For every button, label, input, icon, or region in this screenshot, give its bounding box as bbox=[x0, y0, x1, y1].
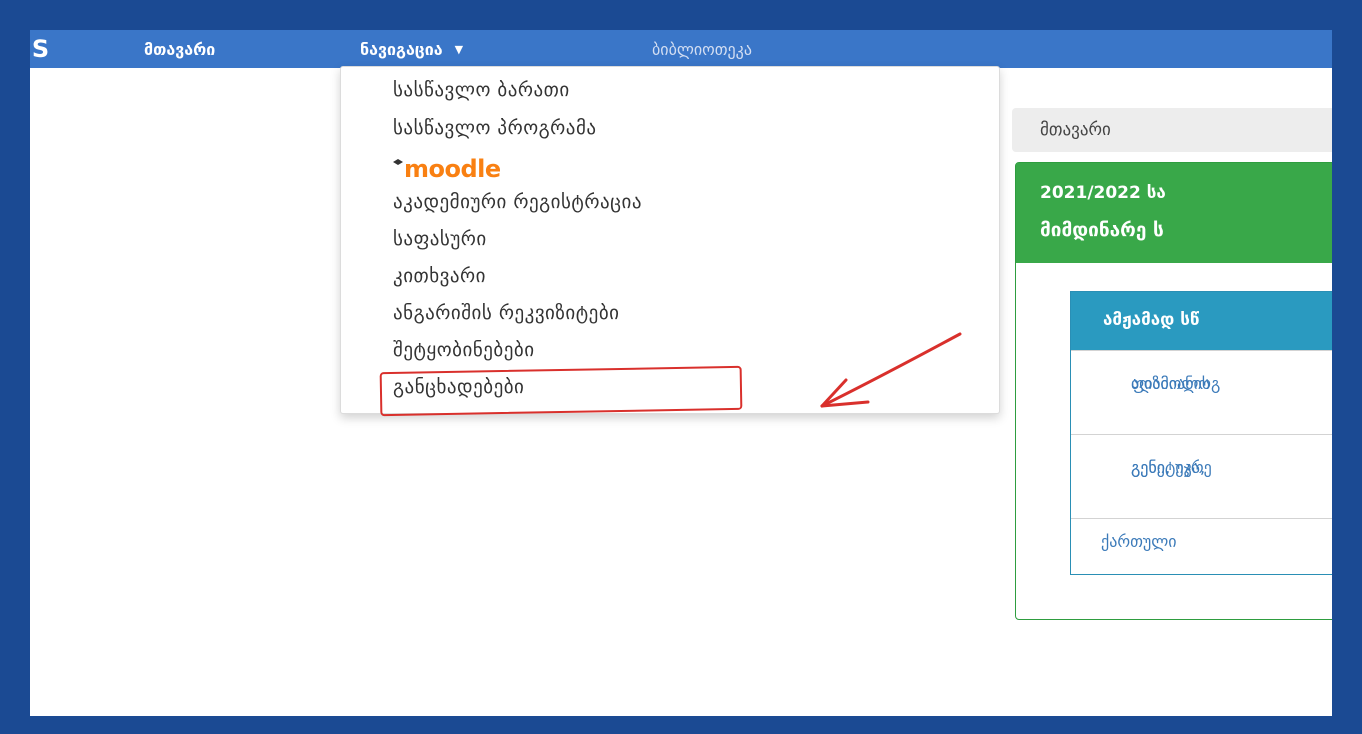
menu-item-study-program[interactable]: სასწავლო პროგრამა bbox=[393, 117, 597, 139]
menu-item-study-card[interactable]: სასწავლო ბარათი bbox=[393, 79, 570, 101]
table-row[interactable]: ქართული bbox=[1071, 518, 1332, 575]
menu-item-account-details[interactable]: ანგარიშის რეკვიზიტები bbox=[393, 302, 620, 324]
breadcrumb: მთავარი bbox=[1012, 108, 1332, 152]
nav-library-link[interactable]: ბიბლიოთეკა bbox=[652, 40, 752, 59]
menu-item-messages[interactable]: შეტყობინებები bbox=[393, 339, 535, 361]
graduation-cap-icon bbox=[393, 159, 403, 165]
menu-item-academic-registration[interactable]: აკადემიური რეგისტრაცია bbox=[393, 191, 642, 213]
app-screen: IS მთავარი ნავიგაცია ▼ ბიბლიოთეკა სასწავლ… bbox=[30, 30, 1332, 716]
caret-down-icon: ▼ bbox=[454, 43, 464, 56]
current-semester-panel: 2021/2022 სა მიმდინარე ს ამჟამად სწ ადამ… bbox=[1015, 162, 1332, 620]
moodle-logo: moodle bbox=[404, 155, 501, 183]
menu-item-questionnaire[interactable]: კითხვარი bbox=[393, 265, 486, 287]
course-name-line2: გენეტიკა, bbox=[1131, 458, 1206, 477]
nav-home-link[interactable]: მთავარი bbox=[144, 40, 215, 59]
menu-item-moodle[interactable]: moodle bbox=[393, 155, 501, 183]
panel-heading-title: მიმდინარე ს bbox=[1040, 219, 1164, 241]
highlight-box-annotation bbox=[379, 365, 743, 417]
course-name-line2: ფიზიოლოგ bbox=[1131, 374, 1221, 393]
panel-heading: 2021/2022 სა მიმდინარე ს bbox=[1016, 163, 1332, 263]
course-name: ქართული bbox=[1101, 532, 1177, 551]
nav-navigation-label: ნავიგაცია bbox=[360, 40, 443, 59]
top-navbar: IS მთავარი ნავიგაცია ▼ ბიბლიოთეკა bbox=[30, 30, 1332, 68]
courses-table: ამჟამად სწ ადამიანის ფიზიოლოგ გენი, უჯრე გ… bbox=[1070, 291, 1332, 575]
menu-item-fee[interactable]: საფასური bbox=[393, 228, 487, 250]
brand-logo[interactable]: IS bbox=[30, 35, 50, 63]
breadcrumb-home[interactable]: მთავარი bbox=[1040, 120, 1111, 140]
table-header-label: ამჟამად სწ bbox=[1103, 310, 1200, 330]
table-row[interactable]: გენი, უჯრე გენეტიკა, bbox=[1071, 434, 1332, 519]
table-header: ამჟამად სწ bbox=[1071, 292, 1332, 350]
red-arrow-annotation bbox=[820, 332, 962, 408]
nav-navigation-dropdown[interactable]: ნავიგაცია ▼ bbox=[360, 40, 463, 59]
table-row[interactable]: ადამიანის ფიზიოლოგ bbox=[1071, 350, 1332, 435]
panel-heading-year: 2021/2022 სა bbox=[1040, 183, 1166, 203]
